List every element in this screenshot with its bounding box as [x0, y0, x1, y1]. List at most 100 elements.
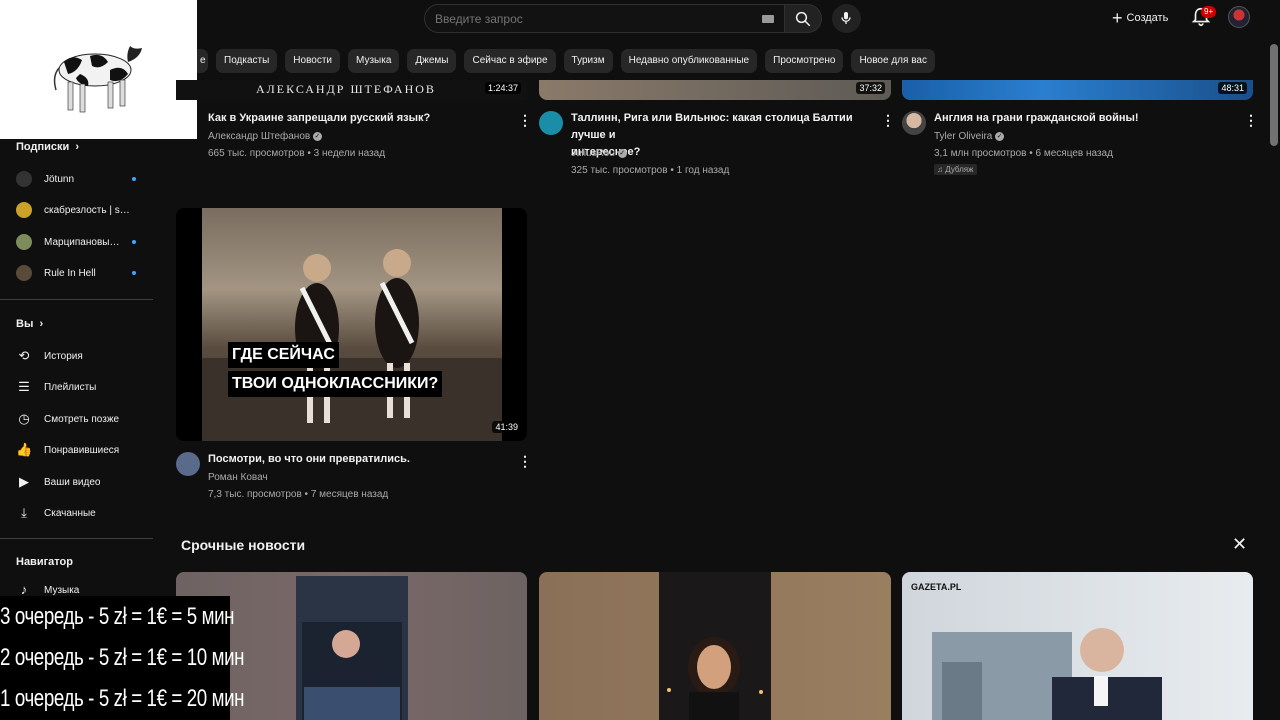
channel-name: JuliusRou — [571, 148, 615, 159]
more-options-icon[interactable]: ⋮ — [518, 454, 532, 468]
sidebar-item-your-videos[interactable]: ▶ Ваши видео — [16, 471, 136, 493]
sidebar-item-history[interactable]: ⟲ История — [16, 345, 136, 367]
queue-line: 2 очередь - 5 zł = 1€ = 10 мин — [0, 644, 245, 671]
sidebar-item-label: Плейлисты — [44, 381, 97, 393]
video-views: 3,1 млн просмотров — [934, 148, 1027, 159]
keyboard-icon[interactable] — [762, 15, 774, 23]
video-age: 6 месяцев назад — [1035, 148, 1113, 159]
search-button[interactable] — [784, 4, 822, 33]
you-heading[interactable]: Вы › — [16, 318, 43, 330]
video-title[interactable]: Посмотри, во что они превратились. — [208, 451, 508, 468]
news-thumbnail-image — [659, 572, 771, 720]
sidebar-item-label: Музыка — [44, 584, 80, 596]
video-stats: 665 тыс. просмотров • 3 недели назад — [208, 148, 386, 159]
sidebar-item-downloads[interactable]: ⤓ Скачанные — [16, 502, 136, 524]
chevron-right-icon: › — [72, 141, 80, 153]
more-options-icon[interactable]: ⋮ — [1244, 113, 1258, 127]
subscription-item[interactable]: скабрезлость | ska... — [16, 199, 136, 221]
video-title[interactable]: Англия на грани гражданской войны! — [934, 110, 1234, 127]
subscription-label: скабрезлость | ska... — [44, 204, 134, 216]
sidebar-item-playlists[interactable]: ☰ Плейлисты — [16, 376, 136, 398]
video-thumbnail[interactable]: АЛЕКСАНДР ШТЕФАНОВ 1:24:37 — [176, 80, 527, 100]
channel-avatar — [16, 171, 32, 187]
video-views: 325 тыс. просмотров — [571, 165, 668, 176]
channel-avatar[interactable] — [176, 452, 200, 476]
chip-live[interactable]: Сейчас в эфире — [464, 49, 556, 73]
news-card[interactable] — [539, 572, 891, 720]
divider — [0, 538, 153, 539]
video-duration: 37:32 — [856, 82, 885, 94]
channel-avatar — [16, 234, 32, 250]
create-button[interactable]: + Создать — [1112, 6, 1168, 30]
video-stats: 325 тыс. просмотров • 1 год назад — [571, 165, 730, 176]
account-avatar[interactable] — [1228, 6, 1250, 28]
channel-avatar — [16, 265, 32, 281]
search-box[interactable] — [424, 4, 784, 33]
verified-icon: ✓ — [617, 148, 627, 158]
video-channel[interactable]: JuliusRou ✓ — [571, 147, 627, 161]
more-options-icon[interactable]: ⋮ — [881, 113, 895, 127]
video-title[interactable]: Как в Украине запрещали русский язык? — [208, 110, 498, 127]
video-thumbnail[interactable]: ГДЕ СЕЙЧАС ТВОИ ОДНОКЛАССНИКИ? 41:39 — [176, 208, 527, 441]
channel-avatar[interactable] — [902, 111, 926, 135]
playlists-icon: ☰ — [18, 379, 30, 394]
channel-avatar[interactable] — [539, 111, 563, 135]
thumbnail-text: АЛЕКСАНДР ШТЕФАНОВ — [256, 82, 436, 96]
subscription-item[interactable]: Rule In Hell — [16, 262, 136, 284]
channel-name[interactable]: Роман Ковач — [208, 471, 268, 485]
chip-podcasts[interactable]: Подкасты — [216, 49, 278, 73]
dubbing-icon: ♫ — [937, 165, 943, 174]
video-stats: 3,1 млн просмотров • 6 месяцев назад — [934, 148, 1113, 159]
subscription-item[interactable]: Jötunn — [16, 168, 136, 190]
video-duration: 48:31 — [1218, 82, 1247, 94]
sidebar-item-watch-later[interactable]: ◷ Смотреть позже — [16, 408, 136, 430]
new-content-dot — [132, 271, 136, 275]
chip-new-for-you[interactable]: Новое для вас — [851, 49, 935, 73]
dubbed-label: Дубляж — [945, 165, 974, 174]
sidebar-item-label: Ваши видео — [44, 476, 101, 488]
chip-recently-uploaded[interactable]: Недавно опубликованные — [620, 49, 758, 73]
chip-tourism[interactable]: Туризм — [563, 49, 613, 73]
news-card[interactable]: GAZETA.PL — [902, 572, 1253, 720]
video-age: 3 недели назад — [313, 148, 386, 159]
microphone-icon — [841, 12, 851, 24]
chevron-right-icon: › — [36, 318, 44, 330]
sidebar-item-liked[interactable]: 👍 Понравившиеся — [16, 439, 136, 461]
video-thumbnail[interactable]: 37:32 — [539, 80, 891, 100]
video-thumbnail[interactable]: 48:31 — [902, 80, 1253, 100]
divider — [0, 299, 153, 300]
queue-overlay: 3 очередь - 5 zł = 1€ = 5 мин 2 очередь … — [0, 596, 245, 720]
cow-overlay — [0, 0, 197, 139]
new-content-dot — [132, 240, 136, 244]
video-views: 665 тыс. просмотров — [208, 148, 305, 159]
video-duration: 41:39 — [492, 421, 521, 433]
more-options-icon[interactable]: ⋮ — [518, 113, 532, 127]
scrollbar[interactable] — [1270, 44, 1278, 146]
download-icon: ⤓ — [21, 505, 27, 520]
sidebar-item-label: История — [44, 350, 83, 362]
video-title-line: Таллинн, Рига или Вильнюс: какая столица… — [571, 112, 853, 141]
plus-icon: + — [1112, 8, 1123, 28]
voice-search-button[interactable] — [832, 4, 861, 33]
queue-line: 1 очередь - 5 zł = 1€ = 20 мин — [0, 685, 245, 712]
you-title: Вы — [16, 318, 34, 330]
subscription-item[interactable]: Марципановый ... — [16, 231, 136, 253]
chip-partial[interactable]: е — [196, 49, 208, 73]
chip-watched[interactable]: Просмотрено — [765, 49, 844, 73]
video-channel[interactable]: Александр Штефанов ✓ — [208, 130, 322, 144]
thumbnail-image — [202, 208, 502, 441]
breaking-news-title: Срочные новости — [181, 537, 306, 553]
chip-music[interactable]: Музыка — [348, 49, 400, 73]
navigator-heading: Навигатор — [16, 556, 73, 568]
like-icon: 👍 — [16, 442, 33, 457]
chip-news[interactable]: Новости — [285, 49, 341, 73]
sidebar-item-label: Скачанные — [44, 507, 96, 519]
new-content-dot — [132, 177, 136, 181]
video-channel[interactable]: Tyler Oliveira ✓ — [934, 130, 1005, 144]
video-age: 7 месяцев назад — [310, 489, 389, 500]
chip-jams[interactable]: Джемы — [407, 49, 457, 73]
video-stats: 7,3 тыс. просмотров • 7 месяцев назад — [208, 489, 389, 500]
subscriptions-heading[interactable]: Подписки › — [16, 141, 79, 153]
close-icon[interactable]: ✕ — [1232, 534, 1247, 555]
search-input[interactable] — [435, 12, 735, 26]
